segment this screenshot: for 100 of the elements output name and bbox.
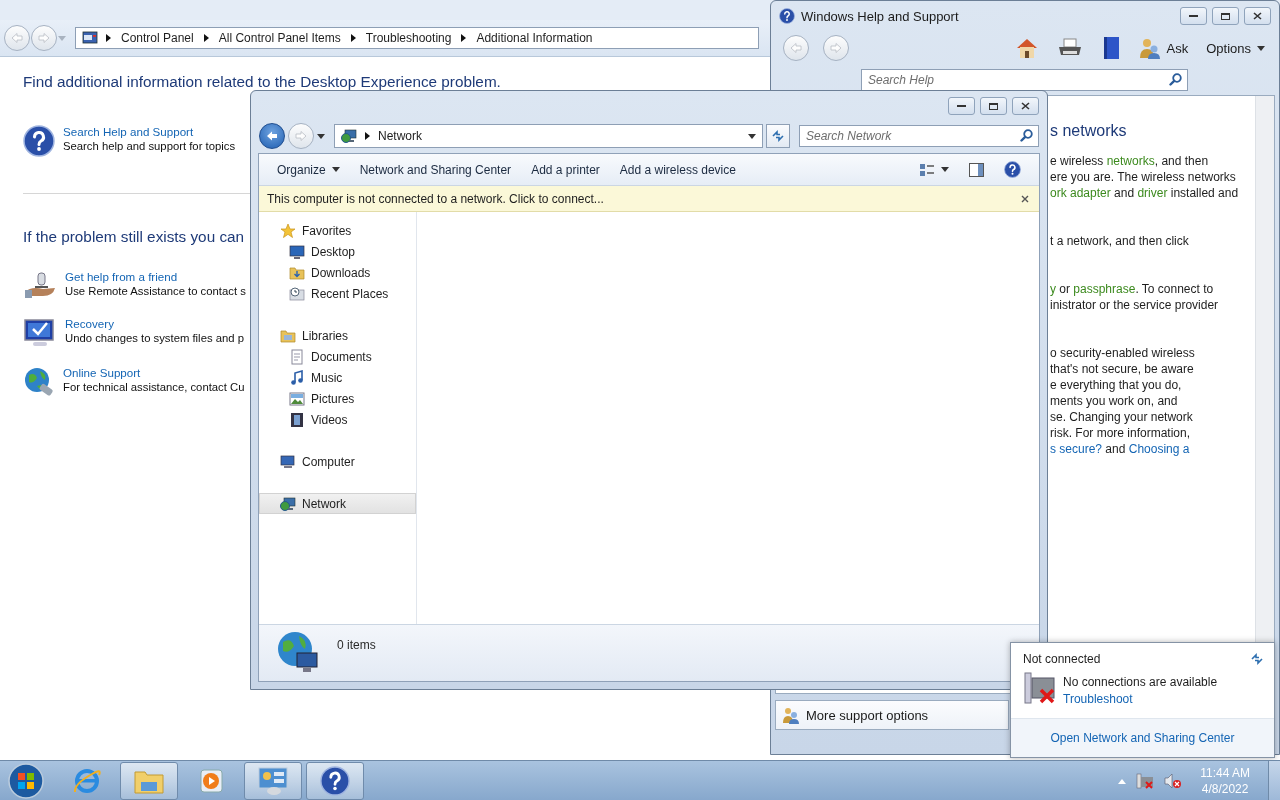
search-icon bbox=[1020, 129, 1033, 142]
left-arrow-icon bbox=[11, 33, 23, 43]
volume-button[interactable] bbox=[1164, 773, 1183, 789]
folder-icon bbox=[289, 264, 305, 281]
folder-icon bbox=[280, 327, 296, 344]
network-error-icon bbox=[1136, 773, 1155, 789]
search-field[interactable]: Search Help bbox=[861, 69, 1188, 91]
taskbar-app[interactable] bbox=[306, 762, 364, 800]
article-text: t a network, and then click bbox=[1050, 233, 1190, 249]
nav-item[interactable]: Libraries bbox=[259, 325, 416, 346]
nav-item[interactable]: Favorites bbox=[259, 220, 416, 241]
support-options-button[interactable]: More support options bbox=[775, 700, 1009, 730]
caret-icon bbox=[350, 34, 356, 42]
folder-clock-icon bbox=[289, 285, 305, 302]
toolbar-button[interactable]: Add a printer bbox=[523, 159, 608, 180]
item-description: For technical assistance, contact Cu bbox=[63, 381, 245, 393]
refresh-icon bbox=[1250, 653, 1264, 665]
help-icon bbox=[23, 125, 55, 157]
article-text: e wireless networks, and then bbox=[1050, 153, 1210, 169]
article-text: o security-enabled wireless bbox=[1050, 345, 1196, 361]
caret-icon bbox=[331, 167, 340, 172]
nav-item[interactable]: Computer bbox=[259, 451, 416, 472]
breadcrumb-item[interactable]: All Control Panel Items bbox=[216, 31, 343, 45]
page-heading: Find additional information related to the Desktop Experience problem. bbox=[23, 73, 501, 91]
article-text: inistrator or the service provider bbox=[1050, 297, 1220, 313]
network-globe-icon bbox=[275, 629, 321, 675]
article-link[interactable]: Choosing a bbox=[1128, 442, 1190, 456]
help-icon bbox=[320, 766, 350, 796]
troubleshoot-link[interactable]: Troubleshoot bbox=[1063, 692, 1218, 706]
breadcrumb-item[interactable]: Control Panel bbox=[119, 31, 196, 45]
close-button[interactable] bbox=[1012, 97, 1039, 115]
document-icon bbox=[289, 348, 305, 365]
article-link[interactable]: s secure? bbox=[1050, 442, 1103, 456]
close-icon bbox=[1021, 102, 1030, 110]
toolbar-button[interactable]: Network and Sharing Center bbox=[351, 159, 520, 180]
nav-item[interactable]: Network bbox=[259, 493, 416, 514]
computer-icon bbox=[280, 453, 296, 470]
nav-item[interactable]: Documents bbox=[259, 346, 416, 367]
help-icon bbox=[1004, 161, 1021, 178]
close-icon bbox=[1253, 12, 1262, 20]
item-description: Search help and support for topics bbox=[63, 140, 236, 152]
right-arrow-icon bbox=[295, 131, 307, 141]
article-heading: s networks bbox=[1050, 122, 1128, 140]
search-icon bbox=[1169, 73, 1182, 86]
caret-icon bbox=[203, 34, 209, 42]
info-bar[interactable]: This computer is not connected to a network. Click to connect... bbox=[259, 186, 1039, 212]
back-button[interactable] bbox=[259, 123, 285, 149]
caret-icon bbox=[58, 35, 66, 41]
nav-item[interactable]: Videos bbox=[259, 409, 416, 430]
window-title: Windows Help and Support bbox=[801, 8, 959, 24]
options-button[interactable]: Options bbox=[1204, 38, 1267, 58]
nav-item[interactable]: Recent Places bbox=[259, 283, 416, 304]
star-icon bbox=[280, 222, 296, 239]
glossary-link[interactable]: ork adapter bbox=[1050, 186, 1111, 200]
refresh-button[interactable] bbox=[766, 124, 790, 148]
article-text: ork adapter and driver installed and bbox=[1050, 185, 1240, 201]
search-field[interactable]: Search Network bbox=[799, 125, 1039, 147]
people-icon bbox=[782, 706, 800, 724]
helping-hand-icon bbox=[23, 270, 57, 300]
item-description: Undo changes to system files and p bbox=[65, 332, 244, 344]
glossary-link[interactable]: networks bbox=[1106, 154, 1155, 168]
window-icon bbox=[82, 31, 98, 45]
control-panel-icon bbox=[257, 766, 289, 796]
network-icon bbox=[341, 128, 357, 144]
nav-item[interactable]: Pictures bbox=[259, 388, 416, 409]
ask-button[interactable]: Ask bbox=[1136, 34, 1191, 62]
caret-icon bbox=[106, 34, 111, 42]
breadcrumb-item[interactable]: Troubleshooting bbox=[363, 31, 454, 45]
item-link[interactable]: Get help from a friend bbox=[65, 270, 178, 283]
glossary-link[interactable]: driver bbox=[1137, 186, 1168, 200]
maximize-button[interactable] bbox=[1212, 7, 1239, 25]
close-icon bbox=[1021, 194, 1029, 203]
glossary-link[interactable]: y bbox=[1050, 282, 1056, 296]
maximize-button[interactable] bbox=[980, 97, 1007, 115]
close-button[interactable] bbox=[1244, 7, 1271, 25]
address-bar[interactable]: Control Panel All Control Panel Items Troubleshooting Additional Information bbox=[75, 27, 759, 49]
breadcrumb-item[interactable]: Additional Information bbox=[474, 31, 595, 45]
help-link[interactable]: Search Help and Support bbox=[63, 125, 194, 138]
nav-item[interactable]: Downloads bbox=[259, 262, 416, 283]
item-link[interactable]: Recovery bbox=[65, 317, 114, 330]
caret-icon bbox=[317, 133, 325, 139]
network-icon bbox=[280, 495, 296, 512]
address-bar[interactable]: Network bbox=[334, 124, 763, 148]
nav-item[interactable]: Desktop bbox=[259, 241, 416, 262]
menu-button[interactable]: Organize bbox=[269, 159, 348, 180]
minimize-button[interactable] bbox=[948, 97, 975, 115]
pane-icon bbox=[969, 162, 984, 177]
nav-item[interactable]: Music bbox=[259, 367, 416, 388]
item-count: 0 items bbox=[337, 638, 376, 652]
minimize-icon bbox=[957, 104, 966, 108]
picture-icon bbox=[289, 390, 305, 407]
left-arrow-icon bbox=[266, 131, 278, 141]
item-link[interactable]: Online Support bbox=[63, 366, 141, 379]
minimize-button[interactable] bbox=[1180, 7, 1207, 25]
monitor-check-icon bbox=[23, 317, 57, 349]
show-desktop-button[interactable] bbox=[1268, 761, 1280, 800]
network-tray-button[interactable] bbox=[1136, 773, 1155, 789]
toolbar-button[interactable]: Add a wireless device bbox=[611, 159, 744, 180]
caret-icon bbox=[1257, 45, 1265, 51]
printer-icon bbox=[1056, 38, 1083, 58]
